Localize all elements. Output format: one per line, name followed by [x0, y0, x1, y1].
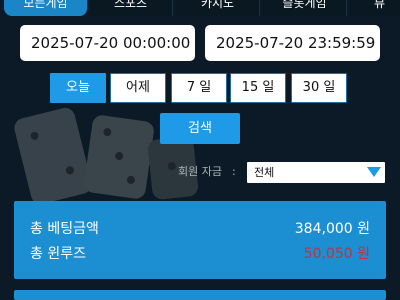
total-bet-value: 384,000 원 — [294, 221, 370, 237]
die-shape — [12, 105, 94, 207]
game-category-tabs: 모든게임 스포츠 카지노 슬롯게임 뷰 — [0, 0, 400, 16]
30-days-button[interactable]: 30 일 — [291, 73, 347, 103]
filter-colon: : — [232, 165, 236, 178]
total-winloss-label: 총 윈루즈 — [30, 246, 86, 262]
total-winloss-value: 50,050 원 — [303, 246, 370, 262]
summary-panel: 총 베팅금액 384,000 원 총 윈루즈 50,050 원 — [14, 201, 386, 279]
tab-slot-games[interactable]: 슬롯게임 — [263, 0, 347, 16]
today-button[interactable]: 오늘 — [50, 73, 106, 103]
tab-all-games[interactable]: 모든게임 — [4, 0, 88, 16]
tab-sports[interactable]: 스포츠 — [89, 0, 173, 16]
die-shape — [82, 114, 156, 200]
filter-label: 회원 자금 — [178, 165, 222, 178]
tab-casino[interactable]: 카지노 — [176, 0, 260, 16]
yesterday-button[interactable]: 어제 — [110, 73, 166, 103]
chevron-down-icon[interactable] — [367, 167, 381, 177]
total-bet-label: 총 베팅금액 — [30, 221, 99, 237]
member-funds-select[interactable]: 전체 — [247, 162, 385, 183]
start-date-input[interactable]: 2025-07-20 00:00:00 — [20, 25, 195, 61]
tab-more[interactable]: 뷰 — [350, 0, 400, 16]
search-button[interactable]: 검색 — [160, 113, 240, 144]
next-panel-edge — [14, 290, 386, 300]
select-value: 전체 — [254, 166, 275, 179]
7-days-button[interactable]: 7 일 — [171, 73, 227, 103]
end-date-input[interactable]: 2025-07-20 23:59:59 — [205, 25, 380, 61]
15-days-button[interactable]: 15 일 — [230, 73, 286, 103]
